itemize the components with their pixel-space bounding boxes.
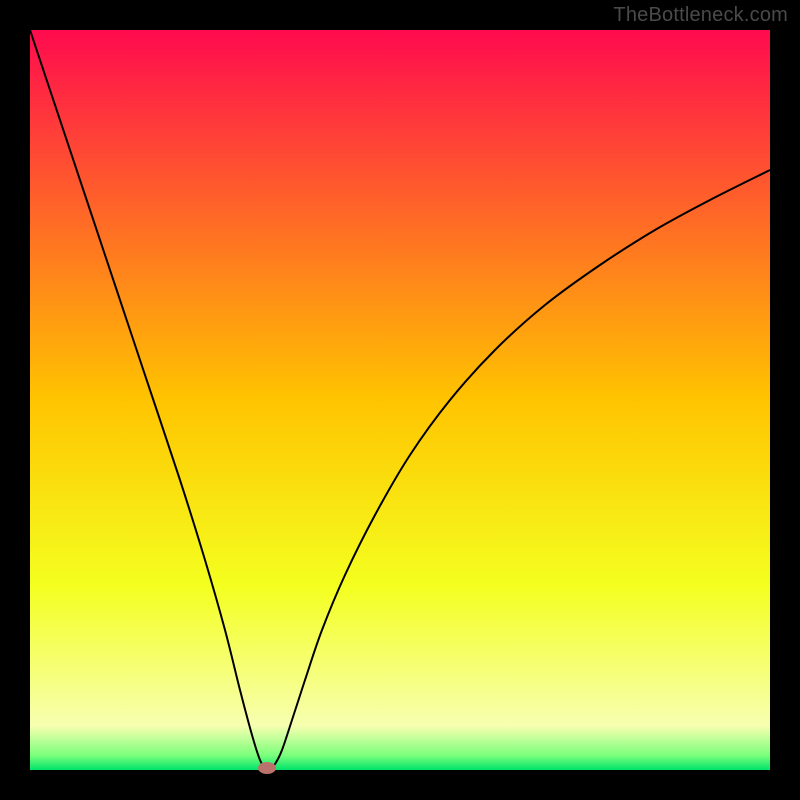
watermark-text: TheBottleneck.com xyxy=(613,4,788,27)
bottleneck-chart: TheBottleneck.com xyxy=(0,0,800,800)
plot-background xyxy=(30,30,770,770)
optimal-point-marker xyxy=(258,762,276,774)
chart-svg xyxy=(0,0,800,800)
